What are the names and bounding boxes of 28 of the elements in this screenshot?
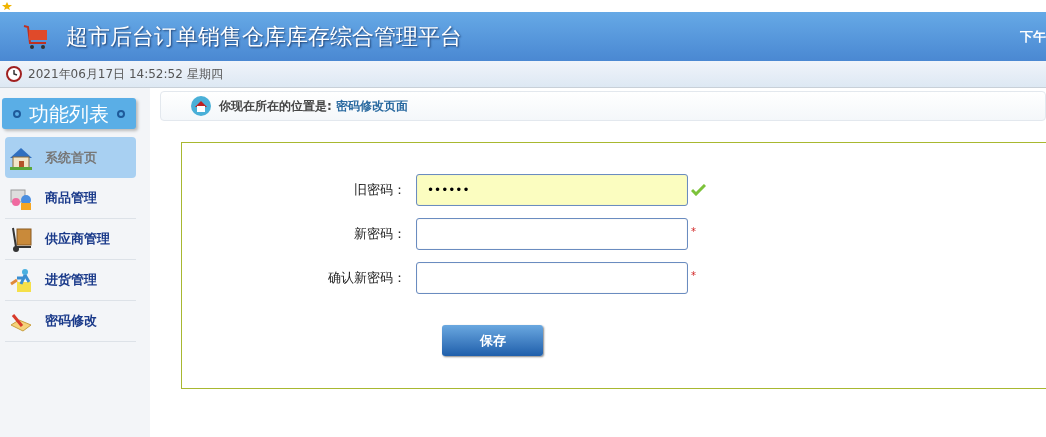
sidebar-title: 功能列表 [2,98,136,129]
save-button[interactable]: 保存 [442,325,543,356]
required-mark: * [691,225,696,239]
sidebar-item[interactable]: 供应商管理 [5,219,136,260]
password-field[interactable] [416,218,688,250]
checkmark-icon [691,184,706,196]
password-field[interactable] [416,262,688,294]
greeting-text: 下午 [1020,27,1046,46]
breadcrumb-text: 你现在所在的位置是: 密码修改页面 [219,98,408,115]
required-mark: * [691,269,696,283]
app-title: 超市后台订单销售仓库库存综合管理平台 [66,23,462,51]
sidebar-item-label: 系统首页 [45,148,97,167]
field-label: 确认新密码： [327,269,407,288]
clock-icon [6,66,22,82]
field-label: 新密码： [353,225,407,244]
password-field[interactable]: •••••• [416,174,688,206]
sidebar-item-label: 密码修改 [45,312,97,331]
field-label: 旧密码： [353,181,407,200]
sidebar-item-label: 供应商管理 [45,230,110,249]
sidebar-item[interactable]: 密码修改 [5,301,136,342]
sidebar-item[interactable]: 商品管理 [5,178,136,219]
sidebar-item-label: 进货管理 [45,271,97,290]
sidebar-item-label: 商品管理 [45,189,97,208]
sidebar-item[interactable]: 进货管理 [5,260,136,301]
date-time-text: 2021年06月17日 14:52:52 星期四 [28,66,223,83]
star-icon [2,2,12,10]
shopping-cart-icon [22,22,50,51]
home-icon [191,96,211,116]
